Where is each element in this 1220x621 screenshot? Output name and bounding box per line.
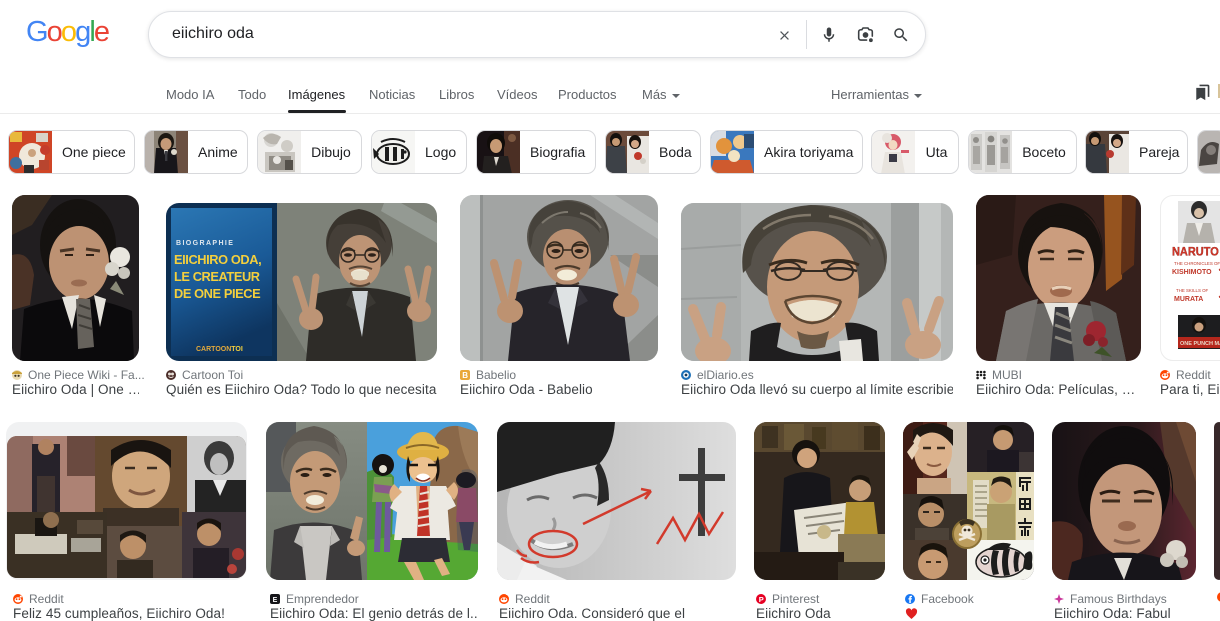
svg-text:P: P xyxy=(759,595,764,604)
svg-text:BIOGRAPHIE: BIOGRAPHIE xyxy=(176,240,234,247)
svg-text:KISHIMOTO: KISHIMOTO xyxy=(1172,269,1212,276)
svg-text:CARTOONTOI: CARTOONTOI xyxy=(196,346,243,353)
svg-text:THE SKILLS OF: THE SKILLS OF xyxy=(1176,288,1209,293)
svg-text:EIICHIRO ODA,: EIICHIRO ODA, xyxy=(174,252,261,267)
svg-text:ONE PUNCH MAN: ONE PUNCH MAN xyxy=(1180,341,1220,347)
svg-text:THE CHRONICLES OF: THE CHRONICLES OF xyxy=(1174,261,1220,266)
svg-text:MURATA: MURATA xyxy=(1174,296,1203,303)
svg-text:NARUTO: NARUTO xyxy=(1172,246,1219,259)
svg-text:B: B xyxy=(462,371,468,380)
svg-text:E: E xyxy=(273,597,278,604)
svg-text:LE CREATEUR: LE CREATEUR xyxy=(174,269,260,284)
svg-text:DE ONE PIECE: DE ONE PIECE xyxy=(174,286,261,301)
